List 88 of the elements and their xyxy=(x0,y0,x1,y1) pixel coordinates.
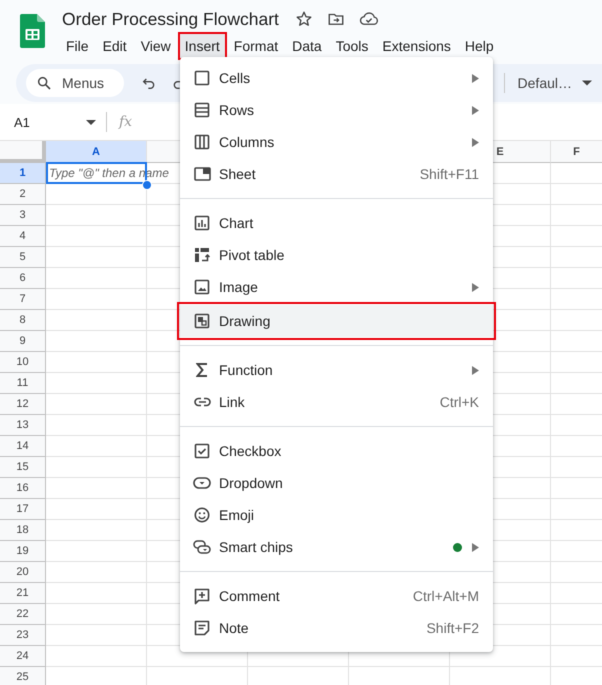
row-header[interactable]: 13 xyxy=(0,415,46,436)
cloud-check-icon[interactable] xyxy=(358,10,379,28)
menu-bar-item[interactable]: Help xyxy=(458,32,501,60)
row-header[interactable]: 4 xyxy=(0,226,46,247)
row-header[interactable]: 21 xyxy=(0,583,46,604)
menu-bar-item[interactable]: Tools xyxy=(328,32,376,60)
row-header[interactable]: 22 xyxy=(0,604,46,625)
row-header[interactable]: 2 xyxy=(0,184,46,205)
submenu-arrow-icon xyxy=(472,138,479,146)
menu-item[interactable]: Note Shift+F2 xyxy=(180,612,493,644)
function-icon: fx xyxy=(119,114,132,130)
menu-item[interactable]: Comment Ctrl+Alt+M xyxy=(180,580,493,612)
row-header[interactable]: 15 xyxy=(0,457,46,478)
menu-item[interactable]: Emoji xyxy=(180,499,493,531)
menu-bar-item[interactable]: Format xyxy=(226,32,286,60)
row-header[interactable]: 12 xyxy=(0,394,46,415)
menu-bar-item[interactable]: Insert xyxy=(178,32,227,60)
row-header[interactable]: 3 xyxy=(0,205,46,226)
keyboard-shortcut: Shift+F11 xyxy=(420,166,479,182)
pivot-table-icon xyxy=(194,247,210,263)
row-header[interactable]: 18 xyxy=(0,520,46,541)
chips-icon xyxy=(193,540,211,554)
menu-item[interactable]: Smart chips xyxy=(180,531,493,563)
row-header[interactable]: 19 xyxy=(0,541,46,562)
columns-icon xyxy=(194,134,210,150)
checkbox-icon xyxy=(194,443,210,459)
column-header[interactable]: F xyxy=(551,141,602,163)
menu-item[interactable]: Function xyxy=(180,354,493,386)
star-icon[interactable] xyxy=(294,10,313,28)
menu-bar-item[interactable]: Edit xyxy=(96,32,134,60)
column-header[interactable]: A xyxy=(46,141,147,163)
caret-icon xyxy=(86,120,96,124)
submenu-arrow-icon xyxy=(472,366,479,374)
row-header[interactable]: 14 xyxy=(0,436,46,457)
menu-bar-item[interactable]: Extensions xyxy=(375,32,458,60)
menu-item[interactable]: Rows xyxy=(180,94,493,126)
bar-chart-icon xyxy=(194,215,210,231)
submenu-arrow-icon xyxy=(472,106,479,114)
row-header[interactable]: 20 xyxy=(0,562,46,583)
caret-icon xyxy=(582,80,592,86)
keyboard-shortcut: Ctrl+K xyxy=(440,394,479,410)
row-header[interactable]: 5 xyxy=(0,247,46,268)
document-title[interactable]: Order Processing Flowchart xyxy=(62,8,279,30)
menu-search-field[interactable]: Menus xyxy=(26,69,124,97)
submenu-arrow-icon xyxy=(472,542,479,552)
menu-item[interactable]: Chart xyxy=(180,207,493,239)
menu-item[interactable]: Pivot table xyxy=(180,239,493,271)
note-icon xyxy=(194,620,210,636)
search-icon xyxy=(36,75,52,91)
rows-icon xyxy=(194,102,210,118)
smiley-icon xyxy=(194,507,210,523)
row-header[interactable]: 25 xyxy=(0,667,46,685)
row-header[interactable]: 10 xyxy=(0,352,46,373)
row-header[interactable]: 1 xyxy=(0,163,46,184)
comment-icon xyxy=(194,588,210,604)
row-header[interactable]: 23 xyxy=(0,625,46,646)
row-header[interactable]: 6 xyxy=(0,268,46,289)
row-header[interactable]: 16 xyxy=(0,478,46,499)
drawing-icon xyxy=(194,313,210,329)
square-icon xyxy=(194,70,210,86)
name-box[interactable]: A1 xyxy=(0,114,102,130)
submenu-arrow-icon xyxy=(472,74,479,82)
sheets-logo-icon[interactable] xyxy=(20,14,45,48)
submenu-arrow-icon xyxy=(472,282,479,292)
sheet-icon xyxy=(194,167,210,181)
menu-bar-item[interactable]: View xyxy=(134,32,178,60)
menu-bar-item[interactable]: Data xyxy=(285,32,329,60)
row-header[interactable]: 7 xyxy=(0,289,46,310)
keyboard-shortcut: Shift+F2 xyxy=(426,620,479,636)
row-header[interactable]: 11 xyxy=(0,373,46,394)
keyboard-shortcut: Ctrl+Alt+M xyxy=(412,588,479,604)
menu-bar-item[interactable]: File xyxy=(59,32,96,60)
row-header[interactable]: 24 xyxy=(0,646,46,667)
menu-item[interactable]: Link Ctrl+K xyxy=(180,386,493,418)
row-header[interactable]: 8 xyxy=(0,310,46,331)
sigma-icon xyxy=(196,363,208,377)
menu-item[interactable]: Dropdown xyxy=(180,467,493,499)
link-icon xyxy=(194,397,210,407)
dropdown-icon xyxy=(193,477,211,489)
font-dropdown[interactable]: Defaul… xyxy=(512,75,602,91)
fill-handle[interactable] xyxy=(142,180,152,190)
row-header[interactable]: 9 xyxy=(0,331,46,352)
menu-item[interactable]: Drawing xyxy=(180,305,493,337)
row-header[interactable]: 17 xyxy=(0,499,46,520)
image-icon xyxy=(194,279,210,295)
menu-item[interactable]: Checkbox xyxy=(180,435,493,467)
menu-item[interactable]: Image xyxy=(180,271,493,303)
menu-item[interactable]: Cells xyxy=(180,62,493,94)
